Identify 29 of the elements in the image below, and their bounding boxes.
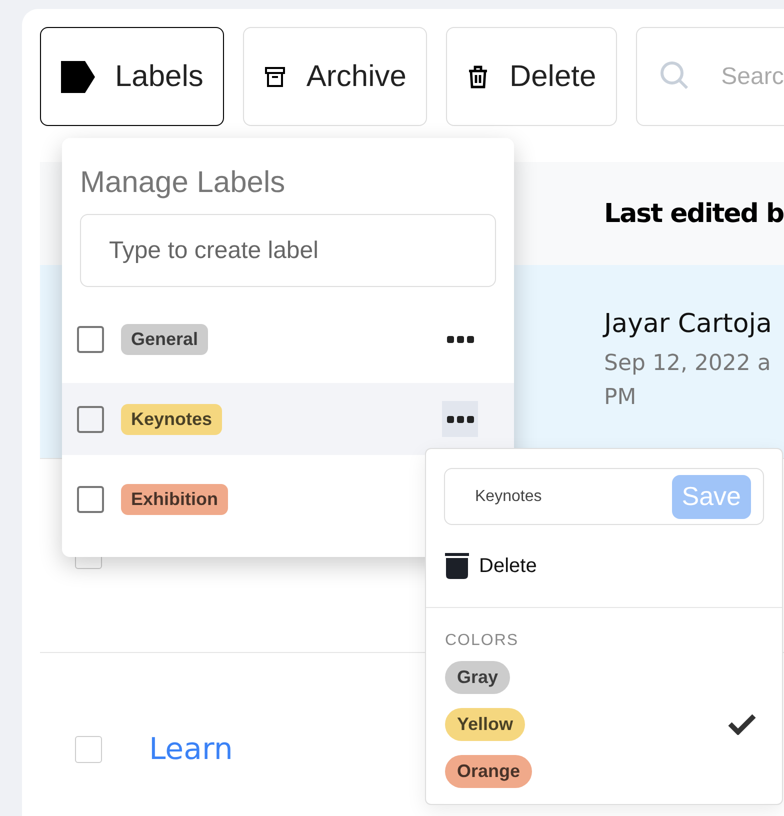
tag-icon [61,60,95,92]
section-heading: COLORS [445,632,520,650]
column-header: Last edited b [604,198,784,228]
archive-icon [264,66,286,88]
popover-title: Manage Labels [80,166,286,200]
label-input[interactable]: Type to create label [80,214,496,287]
label-row[interactable]: Keynotes [62,383,514,455]
edited-date: Sep 12, 2022 a PM [604,350,772,412]
trash-icon [467,64,490,88]
trash-icon [445,553,469,579]
label-chip: Exhibition [121,484,228,514]
search-field[interactable]: Searc [636,27,784,126]
label-checkbox[interactable] [77,486,104,512]
item-link[interactable]: Learn [149,732,233,767]
archive-button[interactable]: Archive [243,27,428,126]
label-row[interactable]: General [62,303,514,375]
editor-name: Jayar Cartoja [604,308,773,338]
color-option[interactable]: Orange [445,754,532,788]
delete-menu-item[interactable]: Delete [445,553,537,579]
color-option[interactable]: Gray [445,660,510,694]
row-checkbox[interactable] [75,736,102,763]
tag-button[interactable]: Labels [40,27,224,126]
more-button[interactable] [442,401,478,437]
label-chip: Keynotes [121,404,222,434]
trash-button[interactable]: Delete [446,27,618,126]
label-checkbox[interactable] [77,326,104,352]
color-option[interactable]: Yellow [445,708,526,740]
label-checkbox[interactable] [77,406,104,432]
label-chip: General [121,324,208,354]
